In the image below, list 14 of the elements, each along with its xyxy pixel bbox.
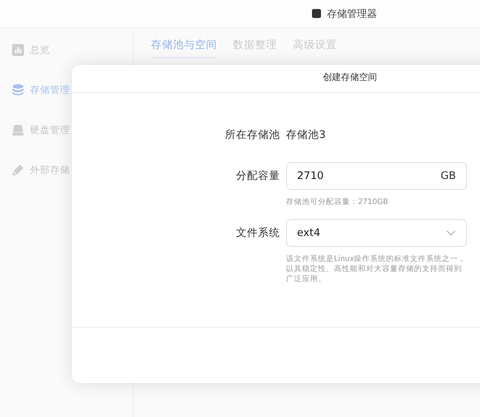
field-value: 存储池3 xyxy=(286,128,327,142)
chart-icon xyxy=(12,44,24,56)
field-label: 所在存储池 xyxy=(224,128,281,142)
capacity-input[interactable]: 2710 GB xyxy=(286,162,467,190)
field-label: 分配容量 xyxy=(235,169,281,184)
pencil-icon xyxy=(12,164,24,176)
database-icon xyxy=(12,84,24,96)
hard-disk-icon xyxy=(12,124,24,136)
tab[interactable]: 存储池与空间 xyxy=(151,38,217,58)
filesystem-select[interactable]: ext4 xyxy=(286,219,467,248)
chevron-down-icon xyxy=(446,230,456,236)
field-label: 文件系统 xyxy=(235,226,281,242)
app-icon xyxy=(312,9,321,18)
window-title: 存储管理器 xyxy=(327,8,377,20)
